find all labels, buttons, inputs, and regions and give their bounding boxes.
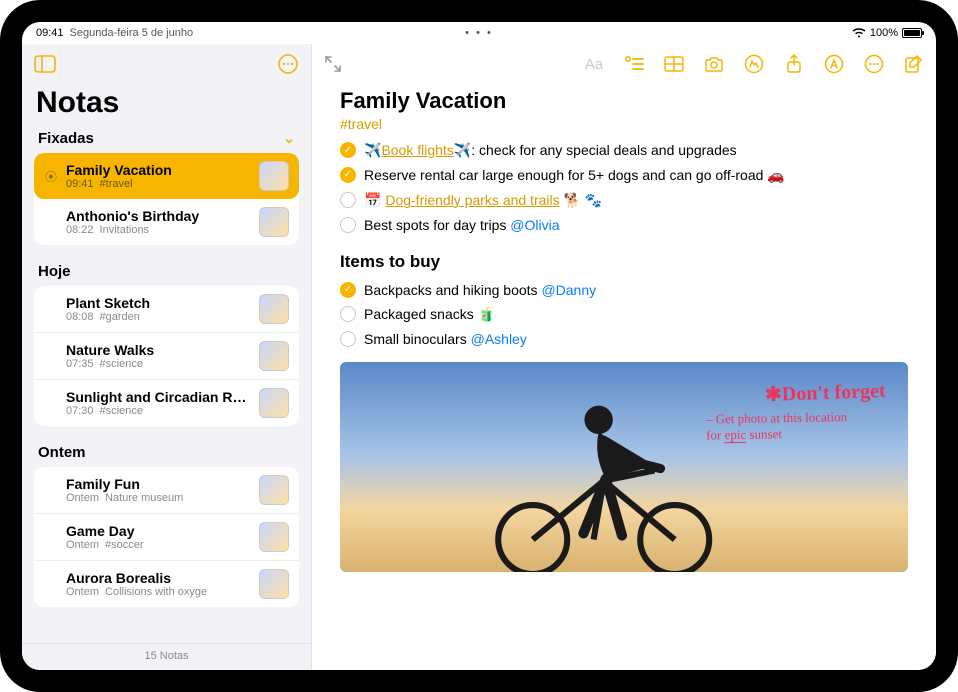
note-row[interactable]: Game DayOntem#soccer bbox=[34, 514, 299, 561]
note-row-title: Nature Walks bbox=[66, 342, 251, 358]
todo-item: Best spots for day trips @Olivia bbox=[340, 213, 908, 238]
section-label: Ontem bbox=[38, 444, 86, 461]
todo-text[interactable]: Reserve rental car large enough for 5+ d… bbox=[364, 166, 908, 185]
note-thumbnail bbox=[259, 522, 289, 552]
todo-checkbox[interactable] bbox=[340, 217, 356, 233]
note-row-subtitle: 07:35#science bbox=[66, 358, 251, 370]
note-row-title: Game Day bbox=[66, 523, 251, 539]
table-icon[interactable] bbox=[664, 54, 684, 74]
mention[interactable]: @Ashley bbox=[471, 331, 527, 347]
todo-text[interactable]: ✈️Book flights✈️: check for any special … bbox=[364, 141, 908, 160]
note-thumbnail bbox=[259, 207, 289, 237]
note-thumbnail bbox=[259, 475, 289, 505]
note-row[interactable]: ⦿ Family Vacation09:41#travel bbox=[34, 153, 299, 199]
sidebar-title: Notas bbox=[22, 84, 311, 126]
note-row[interactable]: Family FunOntemNature museum bbox=[34, 467, 299, 514]
note-row-title: Family Fun bbox=[66, 476, 251, 492]
wifi-icon bbox=[852, 28, 866, 39]
markup-icon[interactable] bbox=[744, 54, 764, 74]
ellipsis-circle-icon[interactable] bbox=[864, 54, 884, 74]
todo-text[interactable]: 📅 Dog-friendly parks and trails 🐕 🐾 bbox=[364, 191, 908, 210]
note-row-title: Family Vacation bbox=[66, 162, 251, 178]
todo-checkbox[interactable] bbox=[340, 192, 356, 208]
note-row[interactable]: Nature Walks07:35#science bbox=[34, 333, 299, 380]
section-header: Ontem bbox=[30, 440, 303, 465]
battery-icon bbox=[902, 28, 922, 38]
todo-item: ✓ Reserve rental car large enough for 5+ … bbox=[340, 163, 908, 188]
note-row-subtitle: Ontem#soccer bbox=[66, 539, 251, 551]
note-row-title: Anthonio's Birthday bbox=[66, 208, 251, 224]
note-thumbnail bbox=[259, 294, 289, 324]
note-row-subtitle: OntemNature museum bbox=[66, 492, 251, 504]
todo-checkbox[interactable]: ✓ bbox=[340, 282, 356, 298]
a-circle-icon[interactable] bbox=[824, 54, 844, 74]
note-row-title: Plant Sketch bbox=[66, 295, 251, 311]
sidebar: Notas Fixadas ⌄ ⦿ Family Vacation09:41#trav… bbox=[22, 44, 312, 670]
note-row-subtitle: 09:41#travel bbox=[66, 178, 251, 190]
note-tag[interactable]: #travel bbox=[340, 116, 908, 132]
todo-checkbox[interactable] bbox=[340, 306, 356, 322]
section-header: Hoje bbox=[30, 259, 303, 284]
sidebar-footer-count: 15 Notas bbox=[22, 643, 311, 670]
todo-item: Small binoculars @Ashley bbox=[340, 327, 908, 352]
note-row-title: Sunlight and Circadian Rhy... bbox=[66, 389, 251, 405]
todo-item: Packaged snacks 🧃 bbox=[340, 302, 908, 327]
camera-icon[interactable] bbox=[704, 54, 724, 74]
note-toolbar: Aa bbox=[312, 44, 936, 84]
todo-text[interactable]: Small binoculars @Ashley bbox=[364, 330, 908, 349]
format-text-icon[interactable]: Aa bbox=[584, 54, 604, 74]
more-options-icon[interactable] bbox=[277, 53, 299, 75]
chevron-down-icon[interactable]: ⌄ bbox=[283, 130, 295, 147]
content: Aa bbox=[312, 44, 936, 670]
todo-checkbox[interactable]: ✓ bbox=[340, 142, 356, 158]
mention[interactable]: @Olivia bbox=[510, 217, 559, 233]
share-icon[interactable] bbox=[784, 54, 804, 74]
note-row-subtitle: 08:08#garden bbox=[66, 311, 251, 323]
todo-item: ✓ Backpacks and hiking boots @Danny bbox=[340, 278, 908, 303]
note-row[interactable]: Anthonio's Birthday08:22Invitations bbox=[34, 199, 299, 245]
status-date: Segunda-feira 5 de junho bbox=[70, 27, 194, 39]
statusbar: 09:41 Segunda-feira 5 de junho • • • 100… bbox=[22, 22, 936, 44]
note-row-subtitle: 08:22Invitations bbox=[66, 224, 251, 236]
note-title: Family Vacation bbox=[340, 88, 908, 114]
inline-link[interactable]: Dog-friendly parks and trails bbox=[385, 192, 559, 208]
todo-checkbox[interactable] bbox=[340, 331, 356, 347]
handwriting-line-2: – Get photo at this location for epic su… bbox=[706, 409, 887, 445]
note-thumbnail bbox=[259, 341, 289, 371]
todo-item: 📅 Dog-friendly parks and trails 🐕 🐾 bbox=[340, 188, 908, 213]
todo-text[interactable]: Packaged snacks 🧃 bbox=[364, 305, 908, 324]
note-thumbnail bbox=[259, 569, 289, 599]
note-row-subtitle: 07:30#science bbox=[66, 405, 251, 417]
todo-checkbox[interactable]: ✓ bbox=[340, 167, 356, 183]
note-row[interactable]: Sunlight and Circadian Rhy...07:30#scien… bbox=[34, 380, 299, 426]
note-row-title: Aurora Borealis bbox=[66, 570, 251, 586]
note-image[interactable]: ✱Don't forget – Get photo at this locati… bbox=[340, 362, 908, 572]
sidebar-toggle-icon[interactable] bbox=[34, 53, 56, 75]
multitask-dots[interactable]: • • • bbox=[465, 27, 493, 39]
note-row[interactable]: Aurora BorealisOntemCollisions with oxyg… bbox=[34, 561, 299, 607]
note-thumbnail bbox=[259, 161, 289, 191]
section-header[interactable]: Fixadas ⌄ bbox=[30, 126, 303, 151]
compose-icon[interactable] bbox=[904, 54, 924, 74]
section-label: Fixadas bbox=[38, 130, 94, 147]
battery-pct: 100% bbox=[870, 27, 898, 39]
note-row-subtitle: OntemCollisions with oxyge bbox=[66, 586, 251, 598]
inline-link[interactable]: Book flights bbox=[381, 142, 453, 158]
section-label: Hoje bbox=[38, 263, 71, 280]
pin-icon: ⦿ bbox=[44, 168, 58, 185]
note-body[interactable]: Family Vacation #travel ✓ ✈️Book flights✈… bbox=[312, 84, 936, 670]
status-time: 09:41 bbox=[36, 27, 64, 39]
todo-text[interactable]: Backpacks and hiking boots @Danny bbox=[364, 281, 908, 300]
todo-item: ✓ ✈️Book flights✈️: check for any special… bbox=[340, 138, 908, 163]
expand-icon[interactable] bbox=[324, 55, 342, 73]
subhead-items: Items to buy bbox=[340, 252, 908, 272]
checklist-icon[interactable] bbox=[624, 54, 644, 74]
note-row[interactable]: Plant Sketch08:08#garden bbox=[34, 286, 299, 333]
mention[interactable]: @Danny bbox=[541, 282, 596, 298]
note-thumbnail bbox=[259, 388, 289, 418]
handwriting-line-1: ✱Don't forget bbox=[765, 378, 886, 407]
todo-text[interactable]: Best spots for day trips @Olivia bbox=[364, 216, 908, 235]
